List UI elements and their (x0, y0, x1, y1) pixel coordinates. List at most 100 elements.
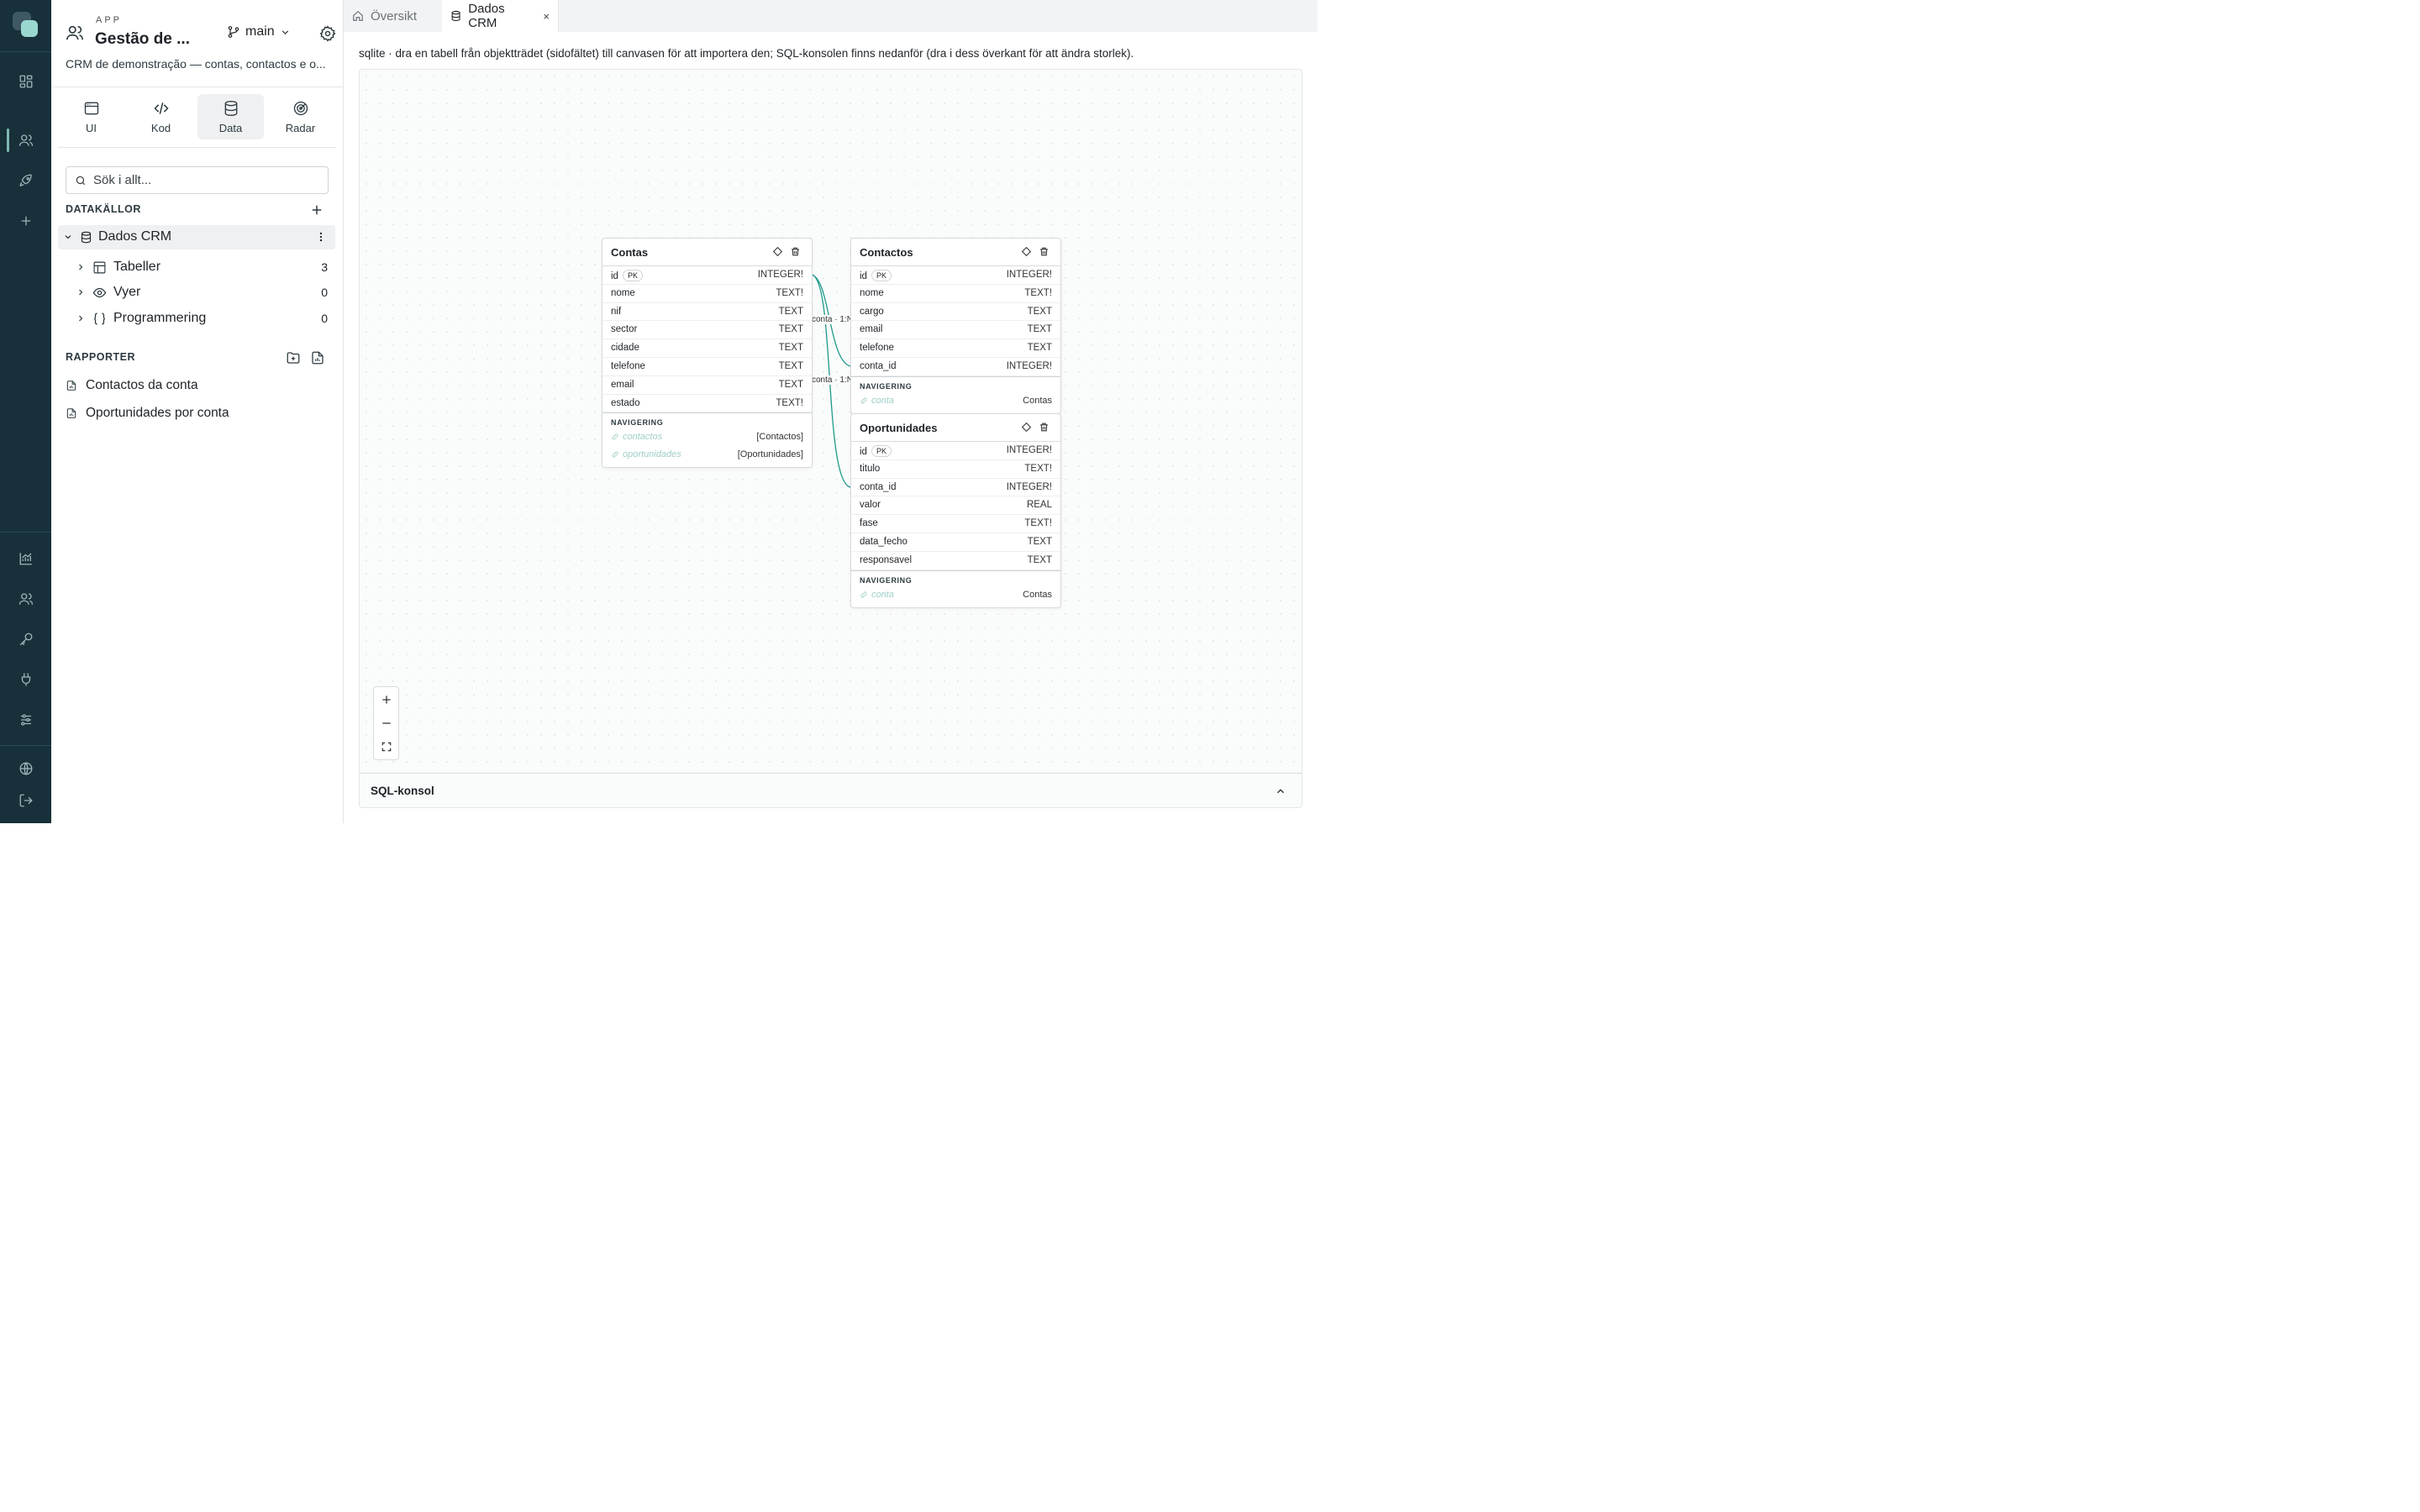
navigation-heading: NAVIGERING (611, 418, 664, 428)
trash-icon[interactable] (1039, 422, 1050, 433)
focus-icon[interactable] (772, 246, 783, 257)
zoom-out-icon[interactable] (374, 711, 398, 735)
focus-icon[interactable] (1021, 246, 1032, 257)
plug-icon[interactable] (0, 664, 51, 695)
field-row[interactable]: nif TEXT (602, 303, 812, 322)
field-row[interactable]: id PK INTEGER! (851, 442, 1060, 460)
field-row[interactable]: id PK INTEGER! (851, 266, 1060, 285)
field-row[interactable]: id PK INTEGER! (602, 266, 812, 285)
field-row[interactable]: telefone TEXT (602, 358, 812, 376)
field-name-wrap: nome (860, 288, 884, 298)
tree-item-vyer[interactable]: Vyer 0 (51, 281, 343, 304)
entity-header[interactable]: Contactos (851, 239, 1060, 266)
navigation-item[interactable]: contactos [Contactos] (611, 428, 803, 446)
team-icon[interactable] (0, 584, 51, 614)
rocket-icon[interactable] (0, 165, 51, 196)
dashboard-icon[interactable] (0, 66, 51, 97)
zoom-in-icon[interactable] (374, 688, 398, 711)
chevron-right-icon[interactable] (76, 287, 86, 297)
rail-divider (0, 745, 51, 746)
navigation-item[interactable]: conta Contas (860, 392, 1052, 410)
focus-icon[interactable] (1021, 422, 1032, 433)
field-row[interactable]: titulo TEXT! (851, 460, 1060, 479)
field-row[interactable]: conta_id INTEGER! (851, 479, 1060, 497)
tab-ui[interactable]: UI (58, 94, 124, 139)
trash-icon[interactable] (790, 246, 801, 257)
field-row[interactable]: email TEXT (851, 321, 1060, 340)
add-icon[interactable] (0, 206, 51, 236)
fit-view-icon[interactable] (374, 735, 398, 759)
analytics-icon[interactable] (0, 543, 51, 574)
field-row[interactable]: nome TEXT! (851, 285, 1060, 303)
chevron-down-icon[interactable] (63, 232, 73, 242)
trash-icon[interactable] (1039, 246, 1050, 257)
report-label: Contactos da conta (86, 378, 198, 392)
field-row[interactable]: nome TEXT! (602, 285, 812, 303)
field-row[interactable]: cargo TEXT (851, 303, 1060, 322)
chevron-right-icon[interactable] (76, 313, 86, 323)
tab-kod[interactable]: Kod (128, 94, 194, 139)
field-row[interactable]: telefone TEXT (851, 339, 1060, 358)
sliders-icon[interactable] (0, 705, 51, 735)
navigation-item[interactable]: conta Contas (860, 586, 1052, 604)
close-tab-icon[interactable]: × (543, 10, 550, 23)
tab-data[interactable]: Data (197, 94, 264, 139)
entity-header[interactable]: Oportunidades (851, 414, 1060, 442)
field-name-wrap: id PK (860, 445, 892, 457)
app-label: APP (96, 15, 123, 25)
field-row[interactable]: fase TEXT! (851, 515, 1060, 533)
tab-dados-crm[interactable]: Dados CRM × (442, 0, 559, 32)
navigation-target: [Contactos] (756, 432, 803, 443)
schema-canvas[interactable]: conta · 1:N conta · 1:N Contas id PK INTEGE… (359, 69, 1302, 808)
chevron-up-icon[interactable] (1275, 785, 1286, 797)
field-name-wrap: responsavel (860, 555, 912, 565)
report-item[interactable]: Oportunidades por conta (66, 403, 229, 423)
field-type: TEXT (778, 324, 803, 335)
tab-oversikt[interactable]: Översikt (344, 0, 441, 32)
search-input[interactable] (93, 173, 320, 187)
chevron-right-icon[interactable] (76, 262, 86, 272)
entity-header[interactable]: Contas (602, 239, 812, 266)
field-row[interactable]: responsavel TEXT (851, 552, 1060, 570)
field-name: estado (611, 397, 640, 408)
tree-item-label: Tabeller (113, 260, 161, 274)
field-row[interactable]: cidade TEXT (602, 339, 812, 358)
field-name: cargo (860, 306, 884, 317)
tree-item-tabeller[interactable]: Tabeller 3 (51, 255, 343, 279)
globe-icon[interactable] (0, 753, 51, 784)
field-row[interactable]: sector TEXT (602, 321, 812, 340)
branch-name: main (245, 24, 275, 39)
key-icon[interactable] (0, 624, 51, 654)
logout-icon[interactable] (0, 785, 51, 816)
users-icon[interactable] (0, 125, 51, 155)
add-datasource-icon[interactable] (309, 202, 324, 218)
field-name-wrap: sector (611, 324, 637, 334)
app-name[interactable]: Gestão de ... (95, 30, 190, 49)
field-row[interactable]: conta_id INTEGER! (851, 358, 1060, 376)
logo-icon[interactable] (13, 12, 39, 39)
report-item[interactable]: Contactos da conta (66, 375, 198, 396)
navigation-item[interactable]: oportunidades [Oportunidades] (611, 446, 803, 464)
field-row[interactable]: data_fecho TEXT (851, 533, 1060, 552)
entity-contactos[interactable]: Contactos id PK INTEGER! nome TEXT! cargo TEXT e… (850, 238, 1061, 414)
entity-contas[interactable]: Contas id PK INTEGER! nome TEXT! nif TEXT sector… (602, 238, 813, 469)
branch-selector[interactable]: main (227, 24, 291, 39)
search-box[interactable] (66, 166, 329, 194)
field-row[interactable]: valor REAL (851, 496, 1060, 516)
more-vertical-icon[interactable] (315, 231, 327, 243)
field-row[interactable]: estado TEXT! (602, 395, 812, 413)
gear-icon[interactable] (319, 25, 336, 42)
tree-item-programmering[interactable]: Programmering 0 (51, 307, 343, 330)
sql-console-bar[interactable]: SQL-konsol (360, 773, 1302, 807)
field-type: TEXT (1027, 536, 1052, 547)
datasource-item[interactable]: Dados CRM (58, 225, 335, 249)
entity-oportunidades[interactable]: Oportunidades id PK INTEGER! titulo TEXT! cont… (850, 413, 1061, 608)
field-name-wrap: data_fecho (860, 537, 908, 547)
new-folder-icon[interactable] (286, 350, 301, 365)
field-name-wrap: telefone (611, 361, 645, 371)
tab-radar[interactable]: Radar (267, 94, 334, 139)
chevron-down-icon (281, 29, 288, 34)
field-type: TEXT (1027, 306, 1052, 317)
field-row[interactable]: email TEXT (602, 376, 812, 395)
new-report-icon[interactable] (310, 350, 325, 365)
